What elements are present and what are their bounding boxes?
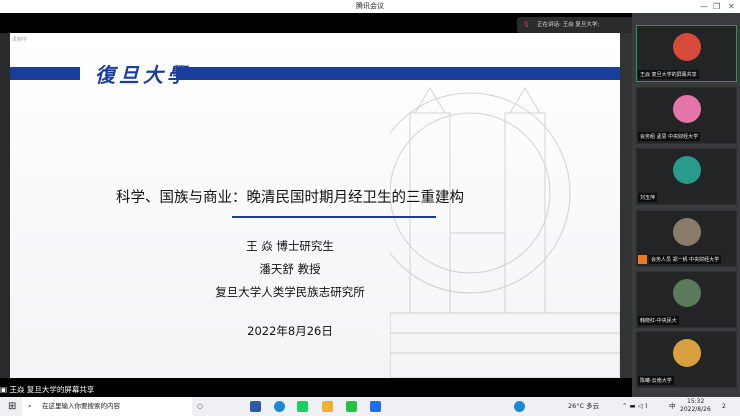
shared-slide: 录制中 復旦大學 科学、国族与商业：晚清民国时期月经卫生的三重建构 王 焱 博士… (10, 33, 620, 378)
wechat-icon[interactable] (346, 401, 357, 412)
logo-bar-right (176, 67, 620, 80)
weather-text[interactable]: 26°C 多云 (568, 397, 599, 416)
participant-tile[interactable]: 韩晓红-中央民大 (636, 271, 737, 328)
logo-bar-left (10, 67, 80, 80)
task-view-icon[interactable]: ○ (197, 397, 203, 416)
speaking-label: 正在讲话: 王焱 复旦大学; (537, 22, 600, 28)
participant-tile[interactable]: 王焱 复旦大学的屏幕共享 (636, 25, 737, 82)
recording-indicator: 录制中 (12, 37, 28, 43)
slide-author: 王 焱 博士研究生 (246, 239, 334, 253)
close-button[interactable]: ✕ (728, 0, 735, 13)
window-title: 腾讯会议 (356, 2, 384, 10)
file-explorer-icon[interactable] (322, 401, 333, 412)
left-strip (0, 33, 10, 378)
participant-tile[interactable]: 会务人员 郑一帆 中央财经大学 (636, 210, 737, 267)
clock-time[interactable]: 15:32 (687, 398, 704, 405)
share-label-text: 王焱 复旦大学的屏幕共享 (9, 385, 95, 394)
taskbar-search[interactable]: ⌕ 在这里输入你要搜索的内容 (22, 397, 192, 416)
slide-title: 科学、国族与商业：晚清民国时期月经卫生的三重建构 (116, 190, 464, 206)
participant-name: 韩晓红-中央民大 (638, 316, 679, 325)
participant-name: 陈曦-云南大学 (638, 376, 674, 385)
mic-muted-icon: 🎙 (523, 22, 530, 28)
fudan-logo: 復旦大學 (95, 63, 191, 87)
screen-share-label: ▣ 王焱 复旦大学的屏幕共享 (0, 385, 95, 394)
help-icon[interactable] (514, 401, 525, 412)
search-icon: ⌕ (28, 402, 32, 410)
participant-tile[interactable]: 陈曦-云南大学 (636, 331, 737, 388)
ime-indicator[interactable]: 中 (669, 397, 676, 416)
participant-panel: 王焱 复旦大学的屏幕共享 会务组 孟思 中央财经大学 刘玉萍 会务人员 郑一帆 … (632, 13, 740, 397)
clock-date[interactable]: 2022/8/26 (680, 406, 711, 413)
edge-icon[interactable] (274, 401, 285, 412)
avatar (673, 218, 701, 246)
participant-name: 会务人员 郑一帆 中央财经大学 (649, 255, 722, 264)
slide-advisor: 潘天舒 教授 (259, 262, 321, 276)
taskbar: ⊞ ⌕ 在这里输入你要搜索的内容 ○ 26°C 多云 ⌃ ▬ ◁ ⌇ 中 15:… (0, 397, 740, 416)
minimize-button[interactable]: — (700, 0, 708, 13)
notification-count[interactable]: 2 (722, 397, 726, 416)
avatar (673, 156, 701, 184)
slide-scrollbar[interactable] (620, 33, 632, 378)
avatar (673, 33, 701, 61)
participant-name: 刘玉萍 (638, 193, 658, 202)
avatar (673, 95, 701, 123)
participant-name: 会务组 孟思 中央财经大学 (638, 132, 701, 141)
windows-start-icon[interactable]: ⊞ (8, 397, 16, 416)
avatar (673, 279, 701, 307)
iqiyi-icon[interactable] (297, 401, 308, 412)
search-placeholder: 在这里输入你要搜索的内容 (42, 402, 120, 410)
maximize-button[interactable]: ❐ (713, 0, 720, 13)
slide-institution: 复旦大学人类学民族志研究所 (215, 285, 365, 299)
store-icon[interactable] (250, 401, 261, 412)
avatar (673, 339, 701, 367)
host-icon (638, 255, 647, 264)
speaking-indicator: 🎙 正在讲话: 王焱 复旦大学; (517, 17, 633, 33)
participant-name: 王焱 复旦大学的屏幕共享 (638, 70, 699, 79)
participant-tile[interactable]: 刘玉萍 (636, 148, 737, 205)
window-titlebar: 腾讯会议 (0, 0, 740, 13)
tencent-meeting-icon[interactable] (370, 401, 381, 412)
slide-date: 2022年8月26日 (247, 324, 333, 338)
title-underline (232, 216, 436, 218)
tray-icons[interactable]: ⌃ ▬ ◁ ⌇ (622, 397, 648, 416)
participant-tile[interactable]: 会务组 孟思 中央财经大学 (636, 87, 737, 144)
